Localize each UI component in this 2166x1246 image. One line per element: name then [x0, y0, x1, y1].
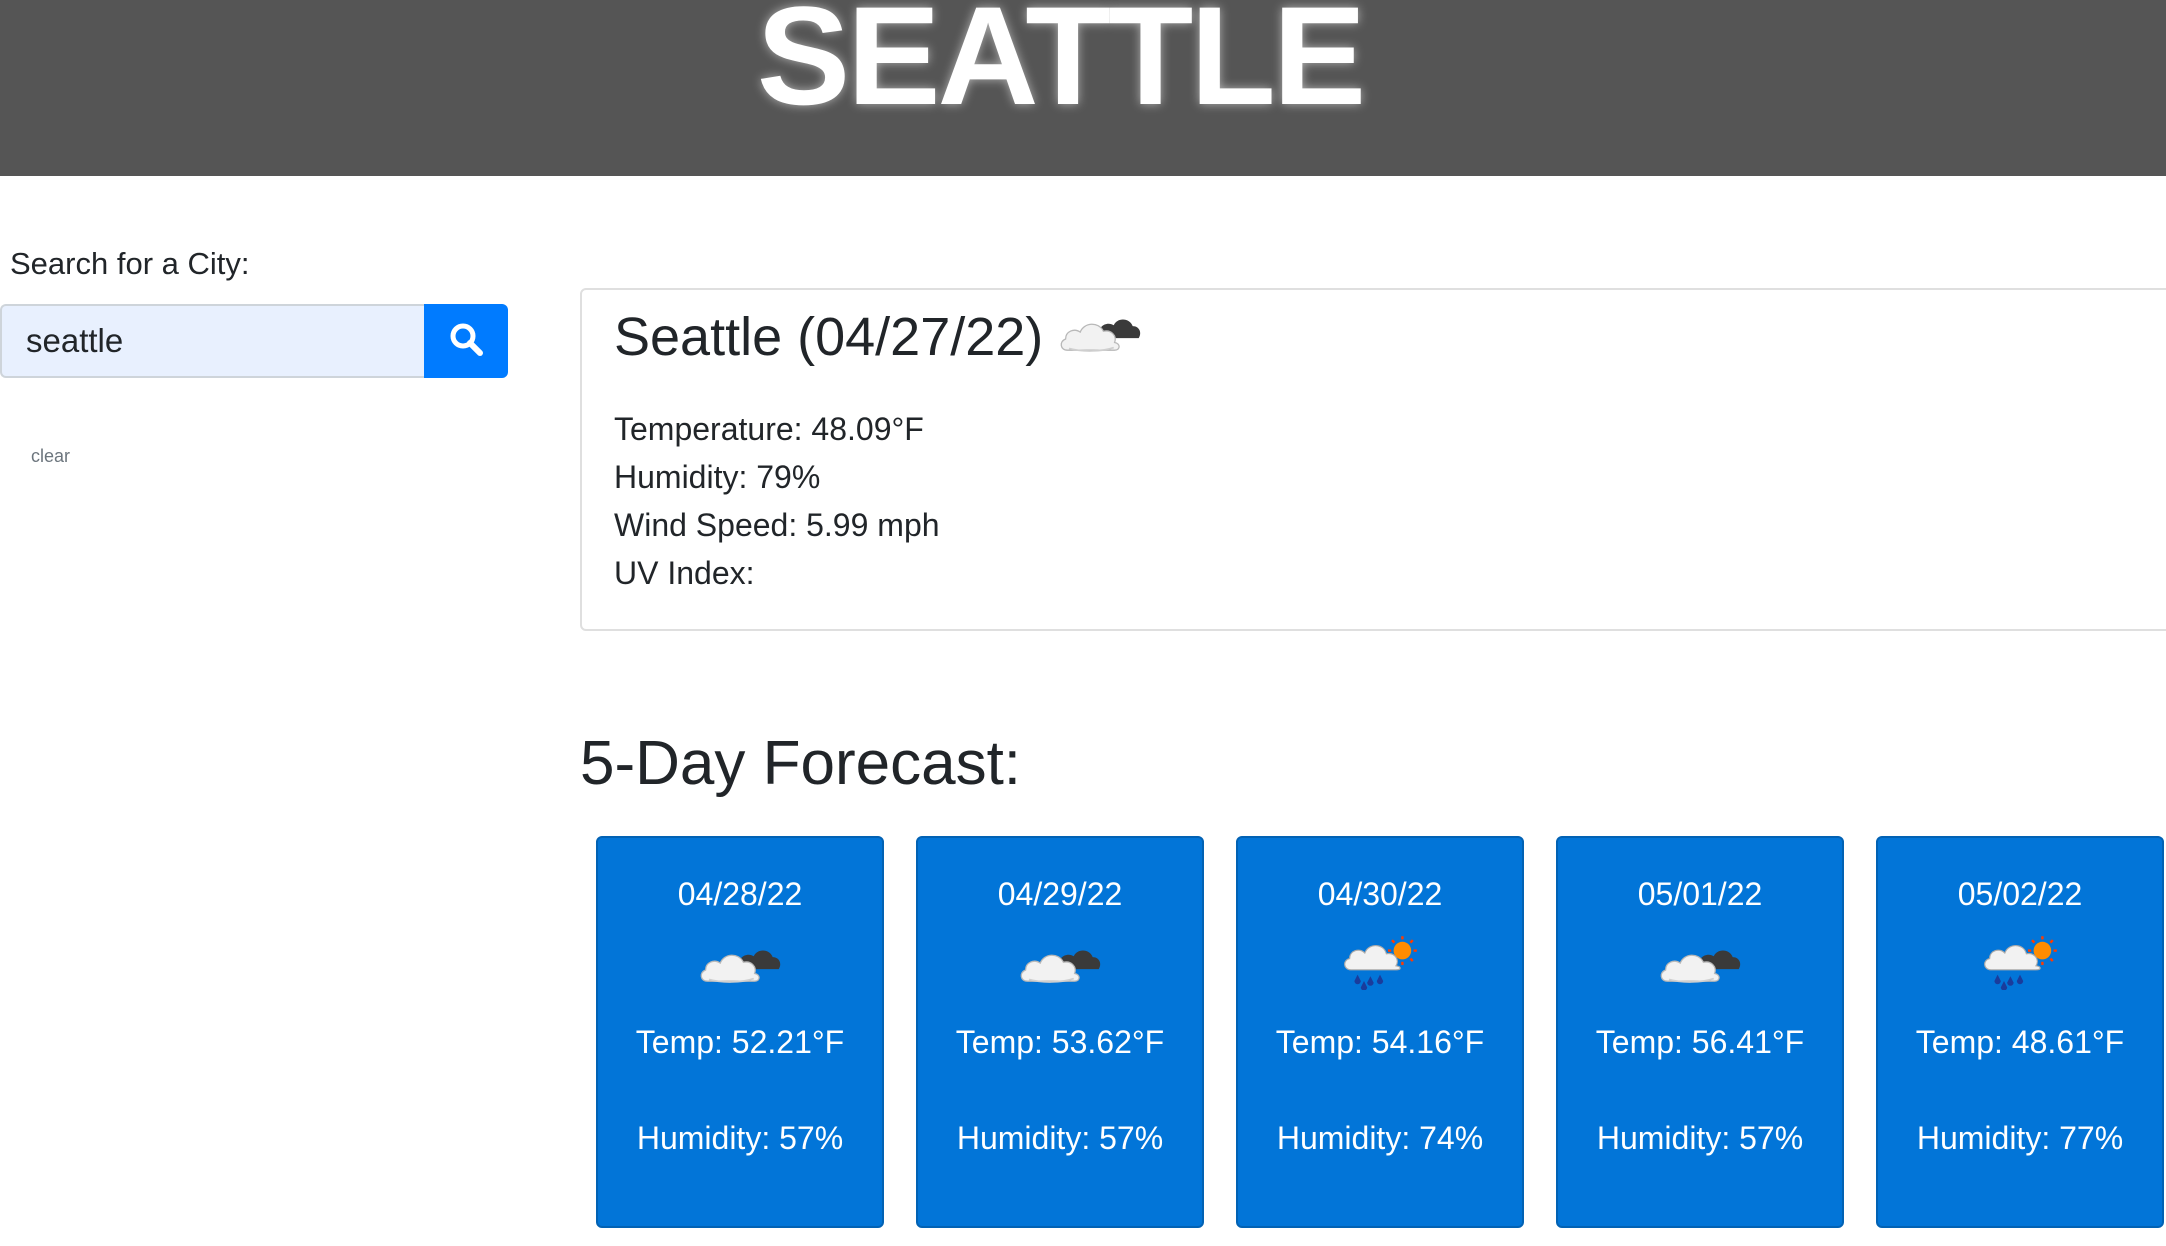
- current-weather-card: Seattle (04/27/22) Temperature: 48.09°F …: [580, 288, 2166, 631]
- forecast-date: 04/29/22: [997, 876, 1123, 912]
- forecast-card: 05/02/22 Temp: 48.61°F Humidity: 77%: [1876, 836, 2164, 1228]
- search-icon: [449, 322, 483, 361]
- current-temperature: Temperature: 48.09°F: [614, 411, 924, 447]
- page-title: SEATTLE: [756, 0, 1366, 134]
- forecast-humidity: Humidity: 74%: [1276, 1120, 1484, 1156]
- broken-clouds-icon: [1057, 307, 1143, 364]
- forecast-date: 05/01/22: [1637, 876, 1763, 912]
- forecast-temp: Temp: 54.16°F: [1275, 1024, 1485, 1060]
- forecast-date: 04/30/22: [1317, 876, 1443, 912]
- forecast-humidity: Humidity: 57%: [636, 1120, 844, 1156]
- current-weather-header: Seattle (04/27/22): [614, 306, 1143, 368]
- forecast-temp: Temp: 53.62°F: [955, 1024, 1165, 1060]
- forecast-humidity: Humidity: 57%: [956, 1120, 1164, 1156]
- forecast-humidity: Humidity: 57%: [1596, 1120, 1804, 1156]
- forecast-temp: Temp: 56.41°F: [1595, 1024, 1805, 1060]
- forecast-date: 04/28/22: [677, 876, 803, 912]
- rain-icon: [1878, 938, 2162, 990]
- city-search-input[interactable]: [0, 304, 424, 378]
- page-header: SEATTLE: [0, 0, 2166, 176]
- search-button[interactable]: [424, 304, 508, 378]
- search-label: Search for a City:: [10, 246, 250, 281]
- rain-icon: [1238, 938, 1522, 990]
- current-city-date: Seattle (04/27/22): [614, 307, 1044, 367]
- current-uv-index: UV Index:: [614, 555, 755, 591]
- forecast-card: 04/30/22 Temp: 54.16°F Humidity: 74%: [1236, 836, 1524, 1228]
- forecast-temp: Temp: 48.61°F: [1915, 1024, 2125, 1060]
- forecast-card: 05/01/22 Temp: 56.41°F Humidity: 57%: [1556, 836, 1844, 1228]
- forecast-card: 04/28/22 Temp: 52.21°F Humidity: 57%: [596, 836, 884, 1228]
- current-wind-speed: Wind Speed: 5.99 mph: [614, 507, 940, 543]
- forecast-heading: 5-Day Forecast:: [580, 729, 1022, 798]
- current-humidity: Humidity: 79%: [614, 459, 821, 495]
- forecast-card: 04/29/22 Temp: 53.62°F Humidity: 57%: [916, 836, 1204, 1228]
- broken-clouds-icon: [598, 938, 882, 990]
- broken-clouds-icon: [1558, 938, 1842, 990]
- forecast-humidity: Humidity: 77%: [1916, 1120, 2124, 1156]
- clear-history-link[interactable]: clear: [31, 446, 70, 467]
- broken-clouds-icon: [918, 938, 1202, 990]
- forecast-temp: Temp: 52.21°F: [635, 1024, 845, 1060]
- forecast-date: 05/02/22: [1957, 876, 2083, 912]
